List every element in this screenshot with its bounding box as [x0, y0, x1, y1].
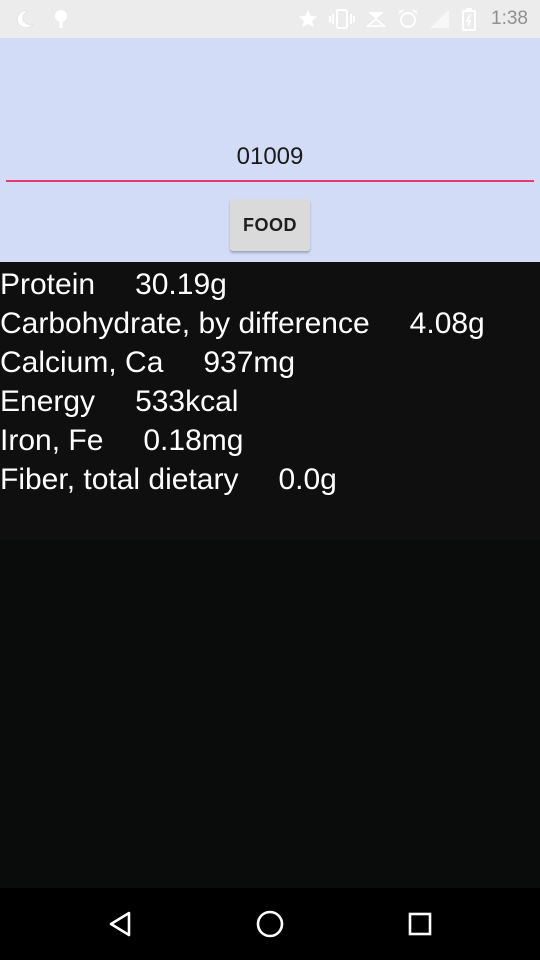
nutrient-row: Protein 30.19g — [0, 262, 540, 301]
nutrient-name: Protein — [0, 268, 96, 301]
nutrient-name: Fiber, total dietary — [0, 463, 239, 496]
nutrient-row: Fiber, total dietary 0.0g — [0, 457, 540, 496]
star-icon — [298, 9, 318, 28]
status-bar: 1:38 — [0, 0, 540, 38]
food-lookup-panel: FOOD — [0, 38, 540, 262]
battery-icon — [462, 8, 477, 31]
vibrate-icon — [329, 9, 356, 29]
status-clock: 1:38 — [491, 8, 528, 29]
nutrient-value: 30.19g — [135, 268, 227, 301]
status-right-icons: 1:38 — [297, 6, 528, 32]
nutrient-list: Protein 30.19g Carbohydrate, by differenc… — [0, 262, 540, 540]
nutrient-value: 4.08g — [409, 307, 485, 340]
nutrient-name: Calcium, Ca — [0, 346, 164, 379]
nutrient-value: 533kcal — [135, 385, 239, 418]
alarm-icon — [398, 9, 418, 28]
android-icon — [55, 10, 67, 28]
food-code-input[interactable] — [6, 134, 534, 182]
navigation-bar — [0, 888, 540, 960]
back-icon — [109, 911, 131, 937]
nutrient-value: 937mg — [203, 346, 296, 379]
nutrient-name: Carbohydrate, by difference — [0, 307, 370, 340]
home-button[interactable] — [240, 898, 300, 950]
nutrient-row: Energy 533kcal — [0, 379, 540, 418]
food-button[interactable]: FOOD — [230, 199, 310, 251]
nutrient-row: Iron, Fe 0.18mg — [0, 418, 540, 457]
nutrient-name: Iron, Fe — [0, 424, 104, 457]
status-left-icons — [14, 6, 72, 32]
recents-icon — [408, 912, 432, 936]
back-button[interactable] — [90, 898, 150, 950]
home-icon — [256, 910, 284, 938]
nutrient-row: Calcium, Ca 937mg — [0, 340, 540, 379]
nutrient-name: Energy — [0, 385, 96, 418]
nutrient-value: 0.18mg — [143, 424, 244, 457]
nutrient-value: 0.0g — [278, 463, 337, 496]
recents-button[interactable] — [390, 898, 450, 950]
signal-icon — [430, 9, 450, 29]
nutrient-row: Carbohydrate, by difference 4.08g — [0, 301, 540, 340]
data-transfer-icon — [365, 12, 387, 27]
empty-content-area — [0, 540, 540, 888]
moon-icon — [17, 10, 34, 28]
